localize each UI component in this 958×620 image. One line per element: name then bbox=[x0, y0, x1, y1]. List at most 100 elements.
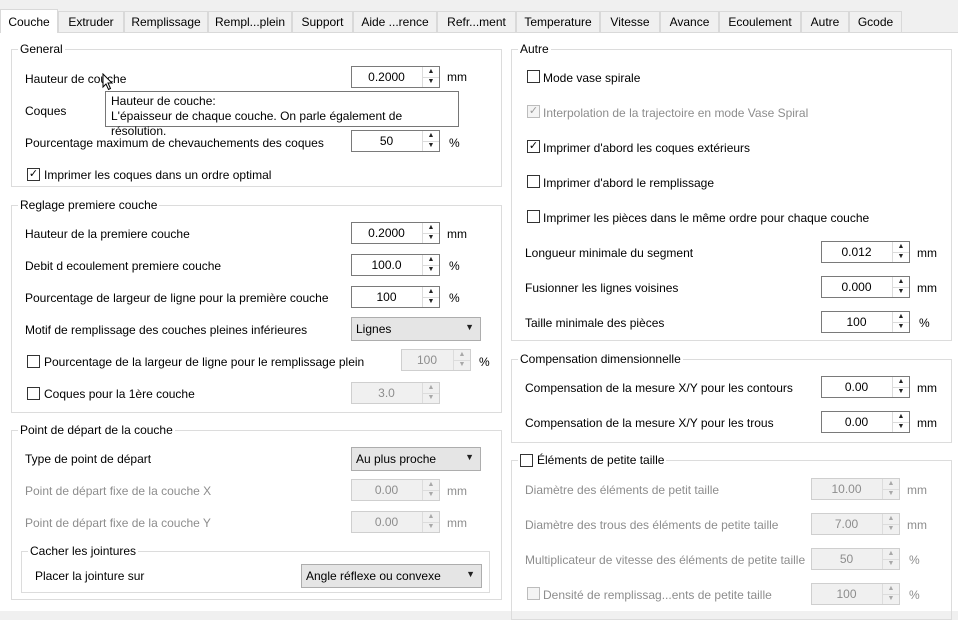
tab-avance[interactable]: Avance bbox=[660, 11, 719, 32]
small-density-spinbox[interactable]: 100 ▲ ▼ bbox=[811, 583, 900, 605]
tooltip-title: Hauteur de couche: bbox=[111, 94, 216, 108]
spin-down-icon[interactable]: ▼ bbox=[454, 360, 470, 370]
spin-down-icon[interactable]: ▼ bbox=[423, 77, 439, 87]
tab-refroidissement[interactable]: Refr...ment bbox=[437, 11, 516, 32]
small-features-title[interactable]: Éléments de petite taille bbox=[537, 453, 664, 467]
first-layer-height-unit: mm bbox=[447, 227, 467, 241]
spin-down-icon[interactable]: ▼ bbox=[423, 490, 439, 500]
first-shells-label[interactable]: Coques pour la 1ère couche bbox=[44, 387, 195, 401]
spin-down-icon[interactable]: ▼ bbox=[423, 141, 439, 151]
xy-contour-label: Compensation de la mesure X/Y pour les c… bbox=[525, 381, 793, 395]
xy-holes-label: Compensation de la mesure X/Y pour les t… bbox=[525, 416, 774, 430]
tab-gcode[interactable]: Gcode bbox=[849, 11, 902, 32]
first-layer-flow-value: 100.0 bbox=[371, 258, 402, 272]
outer-first-label[interactable]: Imprimer d'abord les coques extérieurs bbox=[543, 141, 750, 155]
solid-width-checkbox[interactable] bbox=[27, 355, 40, 368]
min-part-value: 100 bbox=[846, 315, 867, 329]
vase-checkbox[interactable] bbox=[527, 70, 540, 83]
start-type-select[interactable]: Au plus proche ▼ bbox=[351, 447, 481, 471]
tab-rempl-plein[interactable]: Rempl...plein bbox=[208, 11, 292, 32]
seam-group: Cacher les jointures Placer la jointure … bbox=[21, 544, 490, 593]
merge-value: 0.000 bbox=[841, 280, 872, 294]
tab-support[interactable]: Support bbox=[292, 11, 353, 32]
spin-down-icon[interactable]: ▼ bbox=[883, 489, 899, 499]
tab-temperature[interactable]: Temperature bbox=[516, 11, 600, 32]
tab-aide-reference[interactable]: Aide ...rence bbox=[353, 11, 437, 32]
spin-down-icon[interactable]: ▼ bbox=[423, 393, 439, 403]
tab-autre[interactable]: Autre bbox=[801, 11, 849, 32]
small-density-label[interactable]: Densité de remplissag...ents de petite t… bbox=[543, 588, 772, 602]
min-segment-label: Longueur minimale du segment bbox=[525, 246, 694, 260]
min-part-spinbox[interactable]: 100 ▲ ▼ bbox=[821, 311, 910, 333]
start-type-value: Au plus proche bbox=[356, 452, 437, 466]
small-diam-spinbox[interactable]: 10.00 ▲ ▼ bbox=[811, 478, 900, 500]
fixed-x-spinbox[interactable]: 0.00 ▲ ▼ bbox=[351, 479, 440, 501]
tab-couche[interactable]: Couche bbox=[0, 9, 58, 33]
spin-down-icon[interactable]: ▼ bbox=[893, 287, 909, 297]
xy-holes-spinbox[interactable]: 0.00 ▲ ▼ bbox=[821, 411, 910, 433]
interp-label[interactable]: Interpolation de la trajectoire en mode … bbox=[543, 106, 808, 120]
seam-select[interactable]: Angle réflexe ou convexe ▼ bbox=[301, 564, 482, 588]
small-speed-spinbox[interactable]: 50 ▲ ▼ bbox=[811, 548, 900, 570]
tab-ecoulement[interactable]: Ecoulement bbox=[719, 11, 801, 32]
spin-down-icon[interactable]: ▼ bbox=[423, 265, 439, 275]
optimal-order-label[interactable]: Imprimer les coques dans un ordre optima… bbox=[44, 168, 271, 182]
spin-down-icon[interactable]: ▼ bbox=[893, 387, 909, 397]
tab-remplissage[interactable]: Remplissage bbox=[124, 11, 208, 32]
first-layer-height-spinbox[interactable]: 0.2000 ▲ ▼ bbox=[351, 222, 440, 244]
small-diam-label: Diamètre des éléments de petit taille bbox=[525, 483, 720, 497]
first-shells-checkbox[interactable] bbox=[27, 387, 40, 400]
other-group-title: Autre bbox=[518, 42, 551, 56]
spin-down-icon[interactable]: ▼ bbox=[423, 297, 439, 307]
interp-checkbox[interactable]: ✓ bbox=[527, 105, 540, 118]
spin-down-icon[interactable]: ▼ bbox=[423, 522, 439, 532]
outer-first-checkbox[interactable]: ✓ bbox=[527, 140, 540, 153]
merge-spinbox[interactable]: 0.000 ▲ ▼ bbox=[821, 276, 910, 298]
same-order-label[interactable]: Imprimer les pièces dans le même ordre p… bbox=[543, 211, 869, 225]
first-layer-flow-unit: % bbox=[449, 259, 460, 273]
layer-height-tooltip: Hauteur de couche: L'épaisseur de chaque… bbox=[105, 91, 459, 138]
same-order-checkbox[interactable] bbox=[527, 210, 540, 223]
first-layer-width-spinbox[interactable]: 100 ▲ ▼ bbox=[351, 286, 440, 308]
optimal-order-checkbox[interactable]: ✓ bbox=[27, 168, 40, 181]
small-speed-unit: % bbox=[909, 553, 920, 567]
spin-down-icon[interactable]: ▼ bbox=[423, 233, 439, 243]
vase-label[interactable]: Mode vase spirale bbox=[543, 71, 640, 85]
small-features-checkbox[interactable] bbox=[520, 453, 533, 467]
spin-down-icon[interactable]: ▼ bbox=[883, 559, 899, 569]
layer-height-value: 0.2000 bbox=[368, 70, 405, 84]
general-group-title: General bbox=[18, 42, 65, 56]
first-shells-spinbox[interactable]: 3.0 ▲ ▼ bbox=[351, 382, 440, 404]
seam-value: Angle réflexe ou convexe bbox=[306, 569, 441, 583]
spin-down-icon[interactable]: ▼ bbox=[893, 422, 909, 432]
fixed-y-spinbox[interactable]: 0.00 ▲ ▼ bbox=[351, 511, 440, 533]
fixed-y-unit: mm bbox=[447, 516, 467, 530]
bottom-pattern-select[interactable]: Lignes ▼ bbox=[351, 317, 481, 341]
infill-first-label[interactable]: Imprimer d'abord le remplissage bbox=[543, 176, 714, 190]
infill-first-checkbox[interactable] bbox=[527, 175, 540, 188]
small-density-unit: % bbox=[909, 588, 920, 602]
spin-down-icon[interactable]: ▼ bbox=[893, 252, 909, 262]
first-layer-group-title: Reglage premiere couche bbox=[18, 198, 160, 212]
small-hole-diam-spinbox[interactable]: 7.00 ▲ ▼ bbox=[811, 513, 900, 535]
small-density-checkbox[interactable] bbox=[527, 587, 540, 600]
min-segment-unit: mm bbox=[917, 246, 937, 260]
small-diam-unit: mm bbox=[907, 483, 927, 497]
solid-width-spinbox[interactable]: 100 ▲ ▼ bbox=[401, 349, 471, 371]
xy-contour-spinbox[interactable]: 0.00 ▲ ▼ bbox=[821, 376, 910, 398]
tab-vitesse[interactable]: Vitesse bbox=[600, 11, 660, 32]
tab-extruder[interactable]: Extruder bbox=[58, 11, 124, 32]
first-layer-flow-spinbox[interactable]: 100.0 ▲ ▼ bbox=[351, 254, 440, 276]
spin-down-icon[interactable]: ▼ bbox=[893, 322, 909, 332]
solid-width-label[interactable]: Pourcentage de la largeur de ligne pour … bbox=[44, 355, 364, 369]
min-segment-spinbox[interactable]: 0.012 ▲ ▼ bbox=[821, 241, 910, 263]
spin-down-icon[interactable]: ▼ bbox=[883, 524, 899, 534]
merge-label: Fusionner les lignes voisines bbox=[525, 281, 679, 295]
compensation-group-title: Compensation dimensionnelle bbox=[518, 352, 683, 366]
fixed-y-label: Point de départ fixe de la couche Y bbox=[25, 516, 211, 530]
spin-down-icon[interactable]: ▼ bbox=[883, 594, 899, 604]
small-features-legend: Éléments de petite taille bbox=[518, 453, 667, 467]
layer-height-spinbox[interactable]: 0.2000 ▲ ▼ bbox=[351, 66, 440, 88]
small-hole-diam-value: 7.00 bbox=[834, 517, 859, 531]
tooltip-text: L'épaisseur de chaque couche. On parle é… bbox=[111, 109, 403, 138]
